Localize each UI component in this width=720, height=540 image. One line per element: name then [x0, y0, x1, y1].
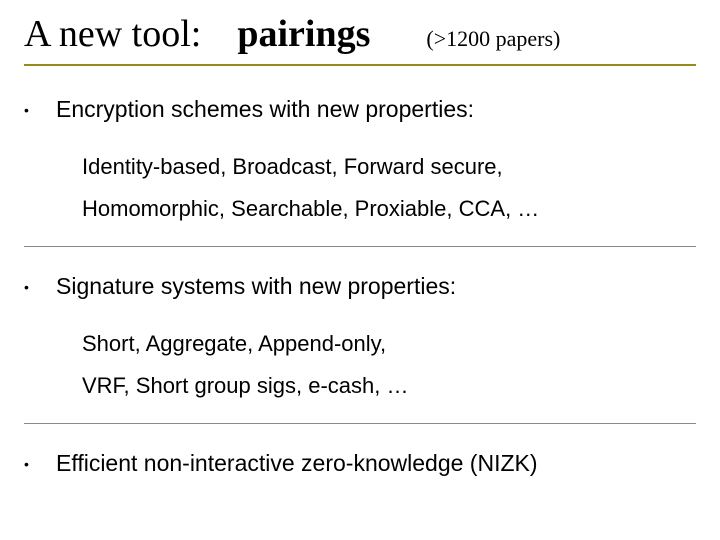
separator: [24, 246, 696, 247]
sub-line: VRF, Short group sigs, e-cash, …: [82, 365, 696, 407]
bullet-text: Encryption schemes with new properties:: [56, 94, 474, 124]
bullet-text: Signature systems with new properties:: [56, 271, 456, 301]
slide: A new tool: pairings (>1200 papers) • En…: [0, 0, 720, 540]
sub-line: Homomorphic, Searchable, Proxiable, CCA,…: [82, 188, 696, 230]
section-2: • Signature systems with new properties:…: [24, 271, 696, 407]
bullet-row: • Efficient non-interactive zero-knowled…: [24, 448, 696, 478]
bullet-row: • Encryption schemes with new properties…: [24, 94, 696, 124]
separator: [24, 423, 696, 424]
bullet-icon: •: [24, 450, 38, 478]
sub-lines: Short, Aggregate, Append-only, VRF, Shor…: [82, 323, 696, 407]
bullet-icon: •: [24, 273, 38, 301]
bullet-text: Efficient non-interactive zero-knowledge…: [56, 448, 538, 478]
sub-line: Short, Aggregate, Append-only,: [82, 323, 696, 365]
bullet-icon: •: [24, 96, 38, 124]
title-underline: [24, 64, 696, 66]
title-left: A new tool:: [24, 12, 201, 56]
sub-line: Identity-based, Broadcast, Forward secur…: [82, 146, 696, 188]
title-row: A new tool: pairings (>1200 papers): [24, 12, 696, 62]
title-mid: pairings: [237, 12, 370, 56]
section-3: • Efficient non-interactive zero-knowled…: [24, 448, 696, 478]
section-1: • Encryption schemes with new properties…: [24, 94, 696, 230]
bullet-row: • Signature systems with new properties:: [24, 271, 696, 301]
sub-lines: Identity-based, Broadcast, Forward secur…: [82, 146, 696, 230]
title-right: (>1200 papers): [426, 26, 560, 52]
